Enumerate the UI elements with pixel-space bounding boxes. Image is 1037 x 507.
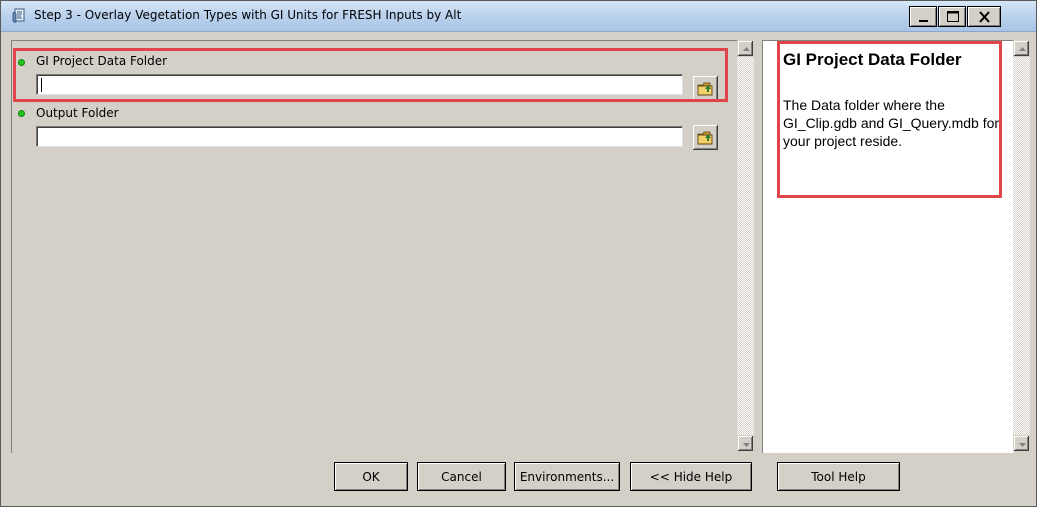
gi-project-data-folder-label: GI Project Data Folder bbox=[36, 54, 168, 68]
parameters-scrollbar[interactable] bbox=[737, 40, 754, 452]
help-pane: GI Project Data Folder The Data folder w… bbox=[762, 40, 1014, 453]
cancel-button[interactable]: Cancel bbox=[417, 462, 506, 491]
minimize-icon bbox=[919, 20, 928, 22]
scroll-up-button[interactable] bbox=[737, 40, 754, 57]
close-icon bbox=[979, 11, 990, 23]
browse-gi-project-data-folder-button[interactable] bbox=[693, 76, 718, 101]
arrow-up-icon bbox=[1019, 47, 1026, 51]
close-button[interactable] bbox=[967, 6, 1001, 27]
required-indicator-icon bbox=[18, 110, 25, 117]
scroll-down-button[interactable] bbox=[737, 435, 754, 452]
python-script-tool-icon bbox=[11, 8, 27, 24]
open-folder-icon bbox=[697, 82, 713, 96]
output-folder-input[interactable] bbox=[36, 126, 683, 147]
help-description: The Data folder where the GI_Clip.gdb an… bbox=[783, 97, 1000, 149]
minimize-button[interactable] bbox=[909, 6, 937, 27]
gi-project-data-folder-input[interactable] bbox=[36, 74, 683, 95]
scroll-down-button[interactable] bbox=[1013, 435, 1030, 452]
help-title: GI Project Data Folder bbox=[783, 50, 962, 69]
output-folder-label: Output Folder bbox=[36, 106, 119, 120]
parameters-panel: GI Project Data Folder Output Folder bbox=[11, 40, 738, 453]
tool-help-button[interactable]: Tool Help bbox=[777, 462, 900, 491]
required-indicator-icon bbox=[18, 59, 25, 66]
open-folder-icon bbox=[697, 131, 713, 145]
arrow-down-icon bbox=[743, 443, 750, 447]
maximize-button[interactable] bbox=[938, 6, 966, 27]
help-scrollbar[interactable] bbox=[1013, 40, 1030, 452]
maximize-icon bbox=[947, 11, 959, 22]
arrow-down-icon bbox=[1019, 443, 1026, 447]
tool-dialog-window: Step 3 - Overlay Vegetation Types with G… bbox=[0, 0, 1037, 507]
arrow-up-icon bbox=[743, 47, 750, 51]
title-bar[interactable]: Step 3 - Overlay Vegetation Types with G… bbox=[1, 1, 1036, 32]
environments-button[interactable]: Environments... bbox=[514, 462, 620, 491]
text-caret bbox=[41, 78, 42, 92]
browse-output-folder-button[interactable] bbox=[693, 125, 718, 150]
hide-help-button[interactable]: << Hide Help bbox=[630, 462, 752, 491]
scroll-up-button[interactable] bbox=[1013, 40, 1030, 57]
ok-button[interactable]: OK bbox=[334, 462, 408, 491]
window-title: Step 3 - Overlay Vegetation Types with G… bbox=[34, 8, 462, 22]
